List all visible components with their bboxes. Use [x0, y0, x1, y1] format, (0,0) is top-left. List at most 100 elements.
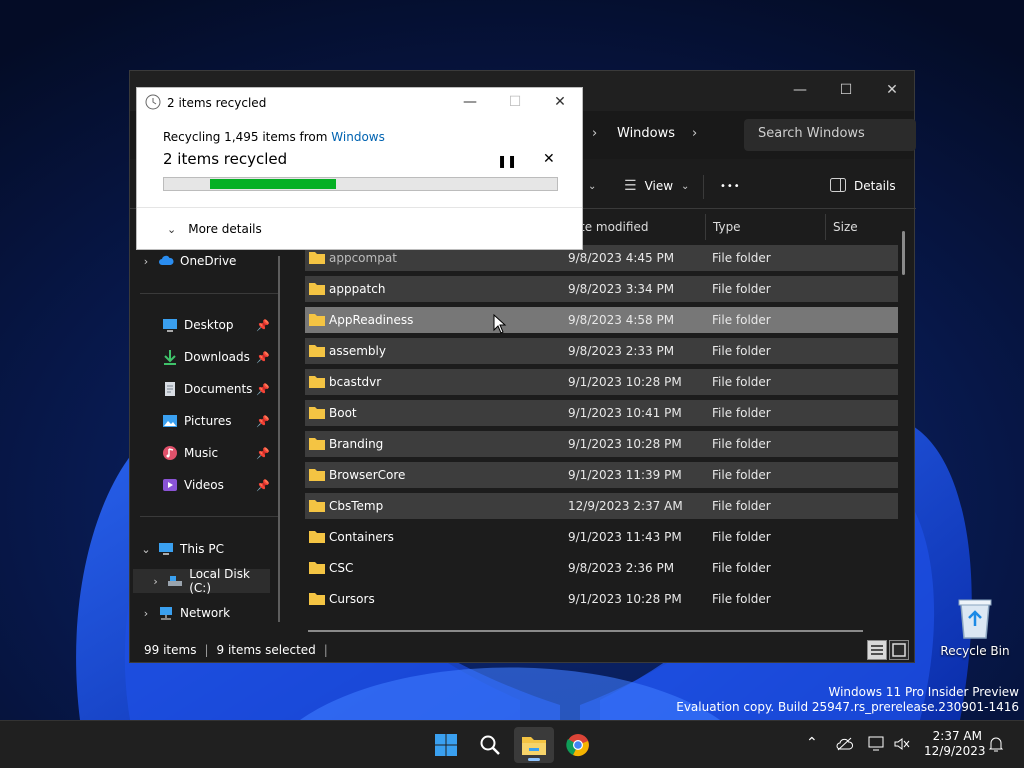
row-name: BrowserCore — [329, 468, 406, 482]
table-row[interactable]: CSC 9/8/2023 2:36 PM File folder — [305, 555, 898, 581]
chevron-right-icon[interactable]: › — [140, 607, 152, 620]
view-button[interactable]: ☰ View ⌄ — [624, 174, 689, 198]
search-button[interactable] — [470, 727, 510, 763]
windows-logo-icon — [435, 734, 457, 756]
nav-label: Pictures — [184, 414, 232, 428]
table-row[interactable]: bcastdvr 9/1/2023 10:28 PM File folder — [305, 369, 898, 395]
nav-item-desktop[interactable]: Desktop — [162, 314, 234, 336]
maximize-button[interactable]: ☐ — [823, 75, 869, 105]
dialog-divider — [137, 207, 582, 208]
pin-icon[interactable]: 📌 — [256, 383, 270, 396]
table-row[interactable]: CbsTemp 12/9/2023 2:37 AM File folder — [305, 493, 898, 519]
more-options-button[interactable]: ••• — [720, 174, 741, 198]
close-button[interactable]: ✕ — [869, 75, 915, 105]
nav-item-music[interactable]: Music — [162, 442, 218, 464]
vertical-scrollbar[interactable] — [902, 231, 905, 275]
taskbar-chrome[interactable] — [558, 727, 598, 763]
chevron-down-icon[interactable]: ⌄ — [140, 543, 152, 556]
row-name: Boot — [329, 406, 357, 420]
onedrive-tray-icon[interactable] — [836, 737, 854, 755]
nav-item-videos[interactable]: Videos — [162, 474, 224, 496]
folder-icon — [309, 344, 325, 357]
taskbar-file-explorer[interactable] — [514, 727, 554, 763]
volume-muted-icon[interactable] — [893, 736, 911, 756]
table-row[interactable]: Containers 9/1/2023 11:43 PM File folder — [305, 524, 898, 550]
large-icons-view-button[interactable] — [889, 640, 909, 660]
folder-icon — [522, 737, 546, 755]
system-clock[interactable]: 2:37 AM 12/9/2023 — [924, 729, 986, 759]
cloud-icon — [158, 253, 174, 269]
pin-icon[interactable]: 📌 — [256, 447, 270, 460]
folder-icon — [309, 406, 325, 419]
recycle-progress-dialog: 2 items recycled — ☐ ✕ Recycling 1,495 i… — [136, 87, 583, 250]
nav-label: Downloads — [184, 350, 250, 364]
nav-pane-scrollbar[interactable] — [278, 256, 280, 622]
view-label: View — [644, 179, 674, 193]
desktop-icon-recycle-bin[interactable]: Recycle Bin — [940, 596, 1010, 658]
minimize-button[interactable]: — — [777, 75, 823, 105]
nav-item-documents[interactable]: Documents — [162, 378, 252, 400]
watermark-line-1: Windows 11 Pro Insider Preview — [828, 685, 1019, 699]
pin-icon[interactable]: 📌 — [256, 319, 270, 332]
table-row[interactable]: Branding 9/1/2023 10:28 PM File folder — [305, 431, 898, 457]
search-input[interactable]: Search Windows — [744, 119, 916, 151]
table-row[interactable]: assembly 9/8/2023 2:33 PM File folder — [305, 338, 898, 364]
pin-icon[interactable]: 📌 — [256, 479, 270, 492]
row-date: 9/1/2023 11:43 PM — [568, 530, 682, 544]
download-icon — [162, 349, 178, 365]
search-icon — [480, 735, 500, 755]
nav-item-pictures[interactable]: Pictures — [162, 410, 232, 432]
pin-icon[interactable]: 📌 — [256, 351, 270, 364]
table-row[interactable]: apppatch 9/8/2023 3:34 PM File folder — [305, 276, 898, 302]
details-pane-button[interactable]: Details — [830, 174, 896, 198]
details-view-button[interactable] — [867, 640, 887, 660]
toolbar-divider — [703, 175, 704, 199]
row-name: CSC — [329, 561, 354, 575]
folder-icon — [309, 375, 325, 388]
nav-item-network[interactable]: › Network — [140, 602, 230, 624]
folder-icon — [309, 251, 325, 264]
table-row[interactable]: AppReadiness 9/8/2023 4:58 PM File folde… — [305, 307, 898, 333]
row-name: appcompat — [329, 251, 397, 265]
drive-icon — [167, 573, 183, 589]
table-row[interactable]: BrowserCore 9/1/2023 11:39 PM File folde… — [305, 462, 898, 488]
start-button[interactable] — [426, 727, 466, 763]
nav-label: Desktop — [184, 318, 234, 332]
evaluation-watermark: Windows 11 Pro Insider Preview Evaluatio… — [676, 685, 1019, 715]
chevron-right-icon[interactable]: › — [150, 575, 161, 588]
cancel-operation-button[interactable]: ✕ — [543, 151, 555, 167]
chevron-right-icon[interactable]: › — [140, 255, 152, 268]
column-header-date-modified[interactable]: te modified — [580, 216, 648, 238]
nav-item-onedrive[interactable]: › OneDrive — [140, 250, 237, 272]
folder-icon — [309, 530, 325, 543]
nav-label: Videos — [184, 478, 224, 492]
dialog-close-button[interactable]: ✕ — [537, 88, 583, 116]
watermark-line-2: Evaluation copy. Build 25947.rs_prerelea… — [676, 700, 1019, 714]
show-hidden-icons-chevron-icon[interactable]: ⌃ — [806, 735, 818, 751]
network-tray-icon[interactable] — [868, 736, 886, 756]
breadcrumb-windows[interactable]: Windows — [617, 126, 675, 144]
sort-dropdown-chevron-icon[interactable]: ⌄ — [588, 174, 596, 198]
horizontal-scrollbar[interactable] — [308, 630, 863, 632]
column-header-size[interactable]: Size — [833, 216, 858, 238]
table-row[interactable]: Boot 9/1/2023 10:41 PM File folder — [305, 400, 898, 426]
row-date: 9/8/2023 2:33 PM — [568, 344, 675, 358]
source-folder-link[interactable]: Windows — [331, 130, 385, 144]
nav-item-this-pc[interactable]: ⌄ This PC — [140, 538, 224, 560]
nav-divider — [140, 516, 278, 517]
pin-icon[interactable]: 📌 — [256, 415, 270, 428]
dialog-minimize-button[interactable]: — — [447, 88, 493, 116]
more-details-label: More details — [188, 222, 262, 236]
nav-label: OneDrive — [180, 254, 237, 268]
status-separator: | — [204, 643, 209, 657]
notification-bell-icon[interactable] — [988, 735, 1004, 757]
nav-item-downloads[interactable]: Downloads — [162, 346, 250, 368]
table-row[interactable]: Cursors 9/1/2023 10:28 PM File folder — [305, 586, 898, 612]
column-separator[interactable] — [825, 214, 826, 240]
more-details-toggle[interactable]: ⌄ More details — [167, 222, 262, 236]
column-separator[interactable] — [705, 214, 706, 240]
column-header-type[interactable]: Type — [713, 216, 741, 238]
breadcrumb-chevron-icon[interactable]: › — [692, 126, 697, 141]
nav-item-local-disk[interactable]: › Local Disk (C:) — [133, 567, 270, 595]
pause-button[interactable]: ❚❚ — [497, 154, 517, 168]
